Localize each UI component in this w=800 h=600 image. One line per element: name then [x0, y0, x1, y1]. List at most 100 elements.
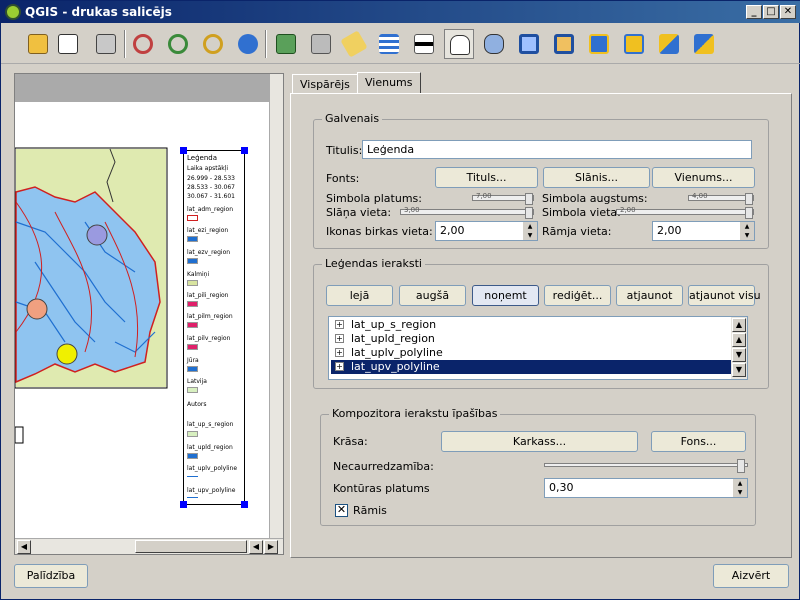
selection-handle[interactable] — [241, 501, 248, 508]
spin-arrows[interactable] — [745, 193, 753, 205]
zoom-in-button[interactable] — [163, 29, 193, 59]
spin-down-arrow[interactable]: ▼ — [523, 231, 537, 240]
list-item-label: lat_uplv_polyline — [351, 346, 443, 359]
box-space-value: 2,00 — [657, 224, 682, 237]
legend-layer: lat_pilv_region — [187, 335, 231, 342]
tree-scrollbar[interactable]: ▲ ▲ ▼ ▼ — [731, 317, 747, 379]
item-font-button[interactable]: Vienums... — [652, 167, 755, 188]
title-font-button[interactable]: Tituls... — [435, 167, 538, 188]
save-template-icon — [58, 34, 78, 54]
remove-button[interactable]: noņemt — [472, 285, 539, 306]
scroll-left-arrow[interactable]: ◀ — [17, 540, 31, 554]
add-image-button[interactable] — [306, 29, 336, 59]
spin-arrows[interactable] — [525, 207, 533, 219]
add-scalebar-icon — [414, 34, 434, 54]
frame-color-button[interactable]: Karkass... — [441, 431, 638, 452]
selection-handle[interactable] — [241, 147, 248, 154]
spin-arrows[interactable] — [525, 193, 533, 205]
expand-icon[interactable]: + — [335, 348, 344, 357]
add-map-button[interactable] — [271, 29, 301, 59]
save-template-button[interactable] — [53, 29, 83, 59]
symbol-width-value: 7,00 — [476, 192, 492, 200]
update-all-button[interactable]: atjaunot visu — [688, 285, 761, 306]
canvas-vertical-scrollbar[interactable] — [269, 74, 283, 538]
expand-icon[interactable]: + — [335, 362, 344, 371]
add-label-button[interactable] — [339, 29, 369, 59]
legend-item[interactable]: Leģenda Laika apstākļi 26.999 - 28.533 2… — [180, 147, 248, 508]
add-legend-button[interactable] — [374, 29, 404, 59]
point-symbol — [86, 224, 108, 246]
box-space-spin[interactable]: 2,00 ▲ ▼ — [652, 221, 755, 241]
select-move-button[interactable] — [444, 29, 474, 59]
spin-down-arrow[interactable]: ▼ — [733, 488, 747, 497]
minimize-button[interactable]: _ — [746, 5, 762, 19]
spin-up-arrow[interactable]: ▲ — [740, 222, 754, 231]
group-button[interactable] — [514, 29, 544, 59]
move-up-button[interactable]: augšā — [399, 285, 466, 306]
scroll-right-arrow[interactable]: ▶ — [264, 540, 278, 554]
list-item[interactable]: + lat_uplv_polyline — [331, 346, 735, 360]
symbol-width-spin[interactable]: 7,00 — [472, 192, 534, 205]
move-top-button[interactable] — [654, 29, 684, 59]
spin-up-arrow[interactable]: ▲ — [733, 479, 747, 488]
zoom-out-button[interactable] — [198, 29, 228, 59]
list-item[interactable]: + lat_up_s_region — [331, 318, 735, 332]
scroll-left-arrow[interactable]: ◀ — [249, 540, 263, 554]
slider-handle[interactable] — [737, 459, 745, 473]
list-item-label: lat_upv_polyline — [351, 360, 440, 373]
small-frame-item — [15, 426, 24, 444]
refresh-button[interactable] — [233, 29, 263, 59]
title-input[interactable]: Leģenda — [362, 140, 752, 159]
maximize-button[interactable]: □ — [763, 5, 779, 19]
ungroup-button[interactable] — [549, 29, 579, 59]
opacity-slider[interactable] — [544, 459, 748, 473]
move-content-button[interactable] — [479, 29, 509, 59]
lower-button[interactable] — [619, 29, 649, 59]
canvas-horizontal-scrollbar[interactable]: ◀ ◀ ▶ — [15, 538, 283, 554]
toolbar-separator — [265, 30, 267, 58]
help-button[interactable]: Palīdzība — [14, 564, 88, 588]
close-window-button[interactable]: ✕ — [780, 5, 796, 19]
update-button[interactable]: atjaunot — [616, 285, 683, 306]
symbol-height-spin[interactable]: 4,00 — [688, 192, 754, 205]
selection-handle[interactable] — [180, 501, 187, 508]
scroll-up-arrow[interactable]: ▲ — [732, 333, 746, 347]
raise-button[interactable] — [584, 29, 614, 59]
layer-space-spin[interactable]: 3,00 — [400, 206, 534, 219]
spin-down-arrow[interactable]: ▼ — [740, 231, 754, 240]
scroll-down-arrow[interactable]: ▼ — [732, 363, 746, 377]
close-button[interactable]: Aizvērt — [713, 564, 789, 588]
legend-entries-tree[interactable]: + lat_up_s_region + lat_upld_region + lat_u… — [328, 316, 748, 380]
spin-arrows[interactable] — [745, 207, 753, 219]
add-scalebar-button[interactable] — [409, 29, 439, 59]
background-color-button[interactable]: Fons... — [651, 431, 746, 452]
expand-icon[interactable]: + — [335, 334, 344, 343]
symbol-space-spin[interactable]: 2,00 — [616, 206, 754, 219]
tab-item[interactable]: Vienums — [357, 72, 421, 94]
zoom-full-button[interactable] — [128, 29, 158, 59]
selection-handle[interactable] — [180, 147, 187, 154]
zoom-out-icon — [203, 34, 223, 54]
toolbar — [1, 24, 800, 64]
print-button[interactable] — [91, 29, 121, 59]
composition-canvas[interactable]: Leģenda Laika apstākļi 26.999 - 28.533 2… — [14, 73, 284, 555]
layer-font-button[interactable]: Slānis... — [543, 167, 650, 188]
raise-icon — [589, 34, 609, 54]
list-item[interactable]: + lat_upld_region — [331, 332, 735, 346]
edit-button[interactable]: rediģēt... — [544, 285, 611, 306]
list-item-selected[interactable]: + lat_upv_polyline — [331, 360, 735, 374]
frame-checkbox[interactable]: ✕ — [335, 504, 348, 517]
expand-icon[interactable]: + — [335, 320, 344, 329]
add-legend-icon — [379, 34, 399, 54]
scroll-thumb[interactable] — [135, 540, 247, 553]
load-template-button[interactable] — [23, 29, 53, 59]
move-bottom-button[interactable] — [689, 29, 719, 59]
move-down-button[interactable]: lejā — [326, 285, 393, 306]
tab-general[interactable]: Vispārējs — [292, 74, 358, 94]
icon-label-space-spin[interactable]: 2,00 ▲ ▼ — [435, 221, 538, 241]
scroll-down-arrow[interactable]: ▼ — [732, 348, 746, 362]
scroll-up-arrow[interactable]: ▲ — [732, 318, 746, 332]
spin-up-arrow[interactable]: ▲ — [523, 222, 537, 231]
title-bar[interactable]: QGIS - drukas salicējs _ □ ✕ — [1, 1, 800, 23]
outline-width-spin[interactable]: 0,30 ▲ ▼ — [544, 478, 748, 498]
